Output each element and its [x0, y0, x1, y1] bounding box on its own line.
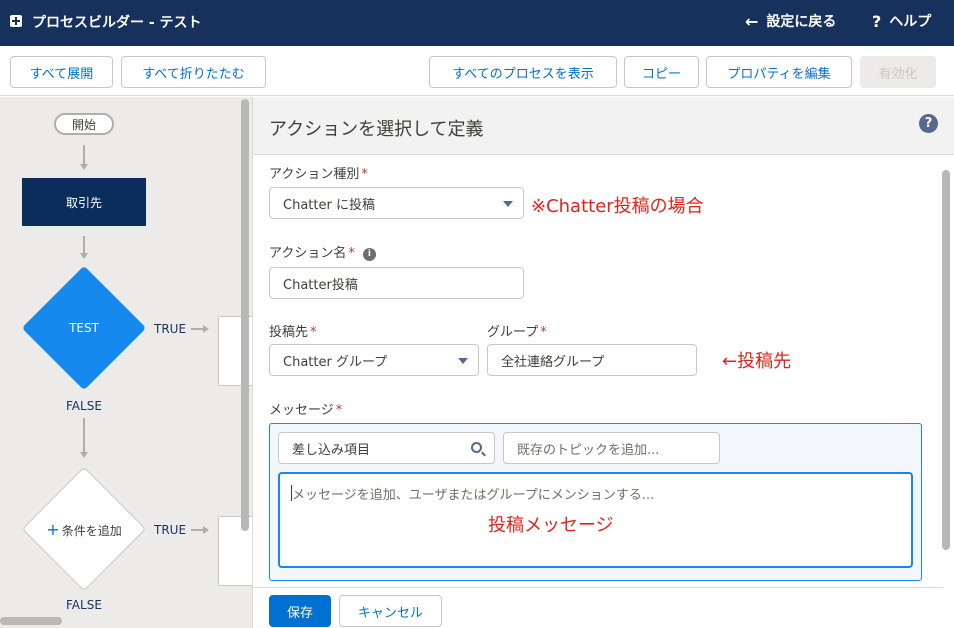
chevron-down-icon: [503, 201, 513, 207]
info-icon: i: [362, 248, 376, 261]
panel-header: アクションを選択して定義 ?: [253, 97, 954, 155]
chatter-note-annotation: ※Chatter投稿の場合: [531, 196, 704, 217]
arrow-left-icon: ←: [745, 11, 759, 31]
plus-icon: +: [46, 519, 60, 539]
search-icon: [471, 442, 482, 453]
app-header: プロセスビルダー - テスト ← 設定に戻る ? ヘルプ: [0, 0, 954, 46]
connector-line: [83, 418, 85, 454]
action-name-label: アクション名 * i: [269, 242, 376, 261]
expand-all-button[interactable]: すべて展開: [10, 56, 113, 88]
arrow-down-icon: [80, 164, 88, 170]
merge-field-value: 差し込み項目: [292, 442, 371, 458]
criteria-node-test[interactable]: TEST: [21, 265, 147, 391]
action-type-select[interactable]: Chatter に投稿: [269, 187, 524, 219]
action-name-value: Chatter投稿: [283, 277, 358, 293]
back-to-setup-link[interactable]: ← 設定に戻る: [745, 11, 836, 31]
action-type-value: Chatter に投稿: [283, 197, 375, 213]
post-to-label: 投稿先 *: [269, 325, 317, 340]
edit-properties-button[interactable]: プロパティを編集: [706, 56, 852, 88]
panel-title: アクションを選択して定義: [269, 119, 484, 140]
help-icon[interactable]: ?: [919, 114, 938, 133]
action-name-input[interactable]: Chatter投稿: [269, 267, 524, 299]
true-label: TRUE: [154, 322, 187, 336]
topic-input[interactable]: 既存のトピックを追加...: [503, 432, 720, 464]
plus-square-icon: [10, 15, 22, 27]
message-placeholder: メッセージを追加、ユーザまたはグループにメンションする...: [292, 488, 655, 503]
footer-divider: [253, 587, 943, 588]
start-node: 開始: [54, 113, 114, 135]
add-criteria-node[interactable]: + 条件を追加: [21, 466, 147, 592]
help-label: ヘルプ: [889, 14, 932, 30]
copy-button[interactable]: コピー: [624, 56, 699, 88]
question-icon: ?: [872, 11, 882, 31]
activate-button[interactable]: 有効化: [860, 56, 936, 88]
save-button[interactable]: 保存: [269, 595, 331, 627]
action-type-label: アクション種別 *: [269, 167, 368, 182]
message-annotation: 投稿メッセージ: [488, 515, 614, 536]
false-label: FALSE: [66, 399, 102, 413]
post-to-select[interactable]: Chatter グループ: [269, 344, 479, 376]
arrow-right-icon: [203, 526, 209, 534]
back-to-setup-label: 設定に戻る: [766, 14, 837, 30]
group-value: 全社連絡グループ: [501, 354, 605, 370]
message-label: メッセージ *: [269, 403, 343, 418]
canvas-horizontal-scrollbar[interactable]: [0, 617, 62, 625]
group-lookup-input[interactable]: 全社連絡グループ: [487, 344, 697, 376]
page-title: プロセスビルダー - テスト: [32, 15, 202, 31]
toolbar: すべて展開 すべて折りたたむ すべてのプロセスを表示 コピー プロパティを編集 …: [0, 46, 954, 96]
view-all-processes-button[interactable]: すべてのプロセスを表示: [429, 56, 617, 88]
merge-field-search[interactable]: 差し込み項目: [278, 432, 495, 464]
false-label: FALSE: [66, 598, 102, 612]
topic-placeholder: 既存のトピックを追加...: [517, 442, 660, 458]
object-node[interactable]: 取引先: [22, 178, 146, 226]
arrow-right-icon: [203, 325, 209, 333]
post-to-value: Chatter グループ: [283, 354, 388, 370]
collapse-all-button[interactable]: すべて折りたたむ: [121, 56, 266, 88]
panel-vertical-scrollbar[interactable]: [942, 170, 950, 550]
add-criteria-label: 条件を追加: [61, 523, 122, 538]
arrow-down-icon: [80, 452, 88, 458]
group-label: グループ *: [487, 325, 547, 340]
help-link[interactable]: ? ヘルプ: [872, 11, 931, 31]
post-to-annotation: ←投稿先: [722, 351, 792, 372]
criteria-label: TEST: [69, 321, 99, 335]
canvas-vertical-scrollbar[interactable]: [241, 99, 249, 531]
true-label: TRUE: [154, 523, 187, 537]
cancel-button[interactable]: キャンセル: [339, 595, 442, 627]
arrow-down-icon: [80, 253, 88, 259]
chevron-down-icon: [458, 358, 468, 364]
